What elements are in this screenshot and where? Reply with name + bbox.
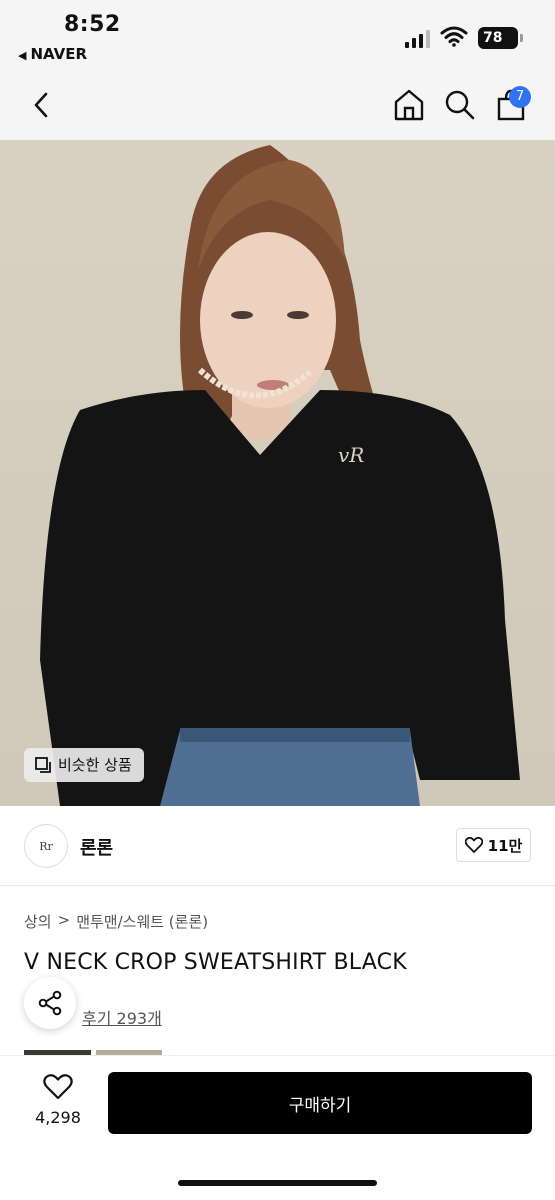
bottom-purchase-bar: 4,298 구매하기 — [0, 1055, 555, 1200]
back-app-label: NAVER — [30, 45, 88, 63]
back-triangle-icon: ◀ — [18, 49, 27, 62]
model-photo: vR — [40, 145, 520, 806]
heart-icon — [464, 837, 483, 853]
battery-indicator: 78 — [478, 27, 523, 49]
brand-like-button[interactable]: 11만 — [456, 828, 531, 862]
brand-logo[interactable]: Rr — [24, 824, 68, 868]
brand-row: Rr 론론 11만 — [0, 806, 555, 886]
back-to-app-link[interactable]: ◀ NAVER — [18, 45, 87, 63]
top-nav — [0, 72, 555, 140]
signal-icon — [405, 30, 430, 48]
brand-like-count: 11만 — [487, 836, 523, 855]
share-icon — [38, 990, 62, 1016]
search-icon[interactable] — [444, 89, 476, 121]
back-arrow-icon[interactable] — [28, 90, 56, 120]
breadcrumb-item-top[interactable]: 상의 — [24, 911, 52, 932]
home-indicator — [178, 1180, 377, 1186]
similar-products-label: 비슷한 상품 — [58, 756, 132, 774]
home-icon[interactable] — [393, 88, 425, 122]
breadcrumb: 상의 > 맨투맨/스웨트 (론론) — [24, 911, 208, 932]
product-image[interactable]: vR 비슷한 상품 — [0, 140, 555, 806]
similar-products-button[interactable]: 비슷한 상품 — [24, 748, 144, 782]
brand-logo-mark: Rr — [39, 839, 53, 853]
wishlist-button[interactable]: 4,298 — [26, 1074, 90, 1127]
breadcrumb-item-category[interactable]: 맨투맨/스웨트 (론론) — [76, 911, 208, 932]
product-title: V NECK CROP SWEATSHIRT BLACK — [24, 950, 407, 975]
status-bar: 8:52 ◀ NAVER 78 — [0, 0, 555, 72]
share-button[interactable] — [24, 977, 76, 1029]
copy-icon — [35, 757, 51, 773]
heart-icon — [43, 1074, 73, 1100]
breadcrumb-separator: > — [57, 911, 71, 929]
wishlist-count: 4,298 — [35, 1108, 81, 1127]
buy-button[interactable]: 구매하기 — [108, 1072, 532, 1134]
wifi-icon — [440, 26, 468, 47]
review-link[interactable]: 후기 293개 — [82, 1005, 162, 1029]
clock: 8:52 — [64, 12, 121, 37]
sweatshirt-logo: vR — [338, 443, 364, 467]
brand-name[interactable]: 론론 — [80, 834, 113, 860]
cart-count-badge: 7 — [509, 86, 531, 108]
